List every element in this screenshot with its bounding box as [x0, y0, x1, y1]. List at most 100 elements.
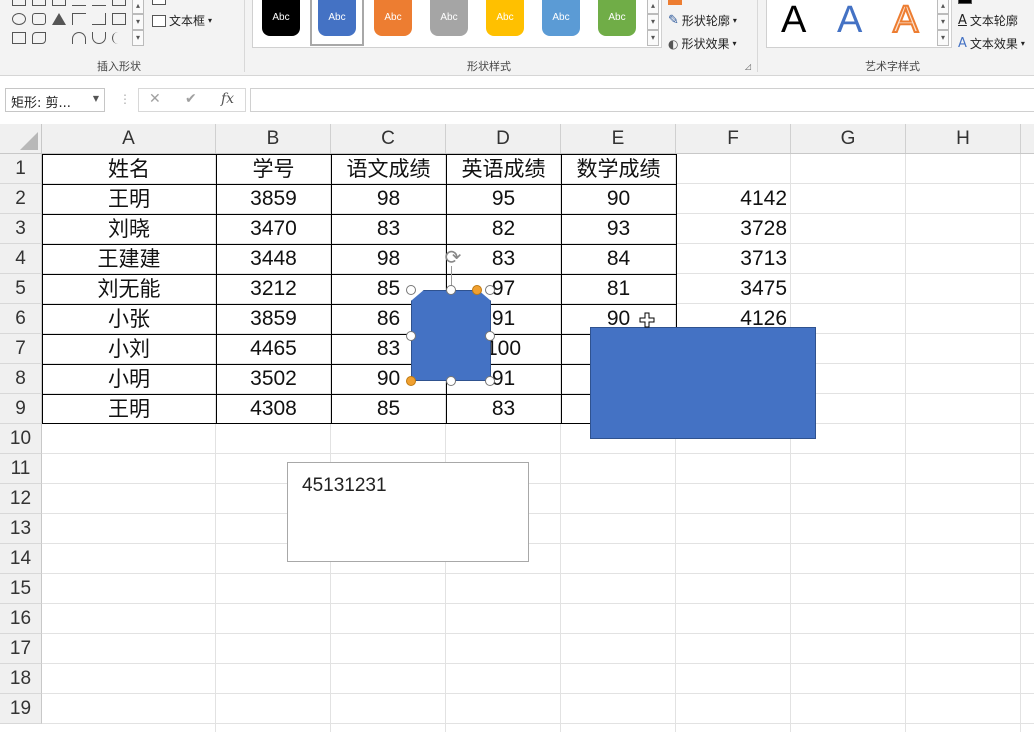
cell-d9[interactable]: 83 — [446, 394, 561, 424]
shape-fill-button[interactable] — [668, 0, 682, 5]
shape-effects-button[interactable]: ◐ 形状效果 ▾ — [668, 35, 737, 52]
row-header-10[interactable]: 10 — [0, 424, 42, 454]
snip-corner-rectangle-shape[interactable] — [411, 290, 491, 381]
row-header-3[interactable]: 3 — [0, 214, 42, 244]
cell-c3[interactable]: 83 — [331, 214, 446, 244]
shape-outline-button[interactable]: ✎ 形状轮廓 ▾ — [668, 12, 737, 29]
shape-brace-icon[interactable] — [112, 32, 126, 44]
row-header-12[interactable]: 12 — [0, 484, 42, 514]
row-header-15[interactable]: 15 — [0, 574, 42, 604]
shape-style-swatch[interactable]: Abc — [542, 0, 580, 36]
cell-a7[interactable]: 小刘 — [42, 334, 216, 364]
shape-rectangle-icon[interactable] — [12, 0, 26, 6]
column-header-f[interactable]: F — [676, 124, 791, 153]
cell-e3[interactable]: 93 — [561, 214, 676, 244]
shape-freeform-icon[interactable] — [32, 32, 46, 44]
cell-b8[interactable]: 3502 — [216, 364, 331, 394]
cell-b9[interactable]: 4308 — [216, 394, 331, 424]
cell-e2[interactable]: 90 — [561, 184, 676, 214]
row-header-17[interactable]: 17 — [0, 634, 42, 664]
shape-line-icon[interactable] — [92, 0, 106, 6]
cell-e5[interactable]: 81 — [561, 274, 676, 304]
column-header-b[interactable]: B — [216, 124, 331, 153]
row-header-13[interactable]: 13 — [0, 514, 42, 544]
cell-b7[interactable]: 4465 — [216, 334, 331, 364]
column-header-a[interactable]: A — [42, 124, 216, 153]
row-header-19[interactable]: 19 — [0, 694, 42, 724]
row-header-11[interactable]: 11 — [0, 454, 42, 484]
cell-c9[interactable]: 85 — [331, 394, 446, 424]
cell-a3[interactable]: 刘晓 — [42, 214, 216, 244]
text-box-button[interactable]: 文本框 ▾ — [152, 12, 212, 29]
shape-rectangle-icon[interactable] — [32, 0, 46, 6]
shape-style-swatch[interactable]: Abc — [374, 0, 412, 36]
cell-a4[interactable]: 王建建 — [42, 244, 216, 274]
shape-arrow-icon[interactable] — [112, 13, 126, 25]
row-header-2[interactable]: 2 — [0, 184, 42, 214]
cell-e1[interactable]: 数学成绩 — [561, 154, 676, 184]
enter-icon[interactable]: ✔ — [185, 91, 197, 107]
cell-f2[interactable]: 4142 — [676, 184, 791, 214]
rectangle-shape[interactable] — [590, 327, 816, 439]
text-fill-button[interactable] — [958, 0, 972, 4]
row-header-6[interactable]: 6 — [0, 304, 42, 334]
style-scroll-up-button[interactable]: ▴ — [647, 0, 659, 14]
shape-style-swatch[interactable]: Abc — [262, 0, 300, 36]
column-header-c[interactable]: C — [331, 124, 446, 153]
wordart-scroll-down-button[interactable]: ▾ — [937, 14, 949, 30]
name-box[interactable]: 矩形: 剪... ▼ — [5, 88, 105, 112]
cell-c4[interactable]: 98 — [331, 244, 446, 274]
wordart-style-orange-outline[interactable]: A — [892, 0, 919, 41]
column-header-g[interactable]: G — [791, 124, 906, 153]
cell-b6[interactable]: 3859 — [216, 304, 331, 334]
cell-a8[interactable]: 小明 — [42, 364, 216, 394]
cell-b5[interactable]: 3212 — [216, 274, 331, 304]
formula-input[interactable] — [250, 88, 1034, 112]
cell-e4[interactable]: 84 — [561, 244, 676, 274]
text-box-content[interactable]: 45131231 — [302, 475, 387, 496]
resize-handle-bottom[interactable] — [446, 376, 456, 386]
column-header-e[interactable]: E — [561, 124, 676, 153]
row-header-14[interactable]: 14 — [0, 544, 42, 574]
shape-rounded-rect-icon[interactable] — [32, 13, 46, 25]
shape-rectangle-icon[interactable] — [112, 0, 126, 6]
select-all-button[interactable] — [0, 124, 42, 153]
shape-arc-icon[interactable] — [72, 32, 86, 44]
dialog-launcher-icon[interactable]: ◿ — [745, 62, 751, 71]
column-header-h[interactable]: H — [906, 124, 1021, 153]
cell-b2[interactable]: 3859 — [216, 184, 331, 214]
resize-handle-bottom-right[interactable] — [485, 376, 495, 386]
cell-f3[interactable]: 3728 — [676, 214, 791, 244]
row-header-18[interactable]: 18 — [0, 664, 42, 694]
row-header-1[interactable]: 1 — [0, 154, 42, 184]
text-effects-button[interactable]: A 文本效果 ▾ — [958, 35, 1025, 52]
wordart-style-black[interactable]: A — [781, 0, 806, 40]
cell-f4[interactable]: 3713 — [676, 244, 791, 274]
resize-handle-right[interactable] — [485, 331, 495, 341]
resize-handle-top-left[interactable] — [406, 285, 416, 295]
resize-handle-top[interactable] — [446, 285, 456, 295]
cell-d2[interactable]: 95 — [446, 184, 561, 214]
cell-d3[interactable]: 82 — [446, 214, 561, 244]
resize-handle-top-right[interactable] — [485, 285, 495, 295]
shape-line-icon[interactable] — [72, 0, 86, 6]
cell-a9[interactable]: 王明 — [42, 394, 216, 424]
wordart-gallery[interactable]: A A A ▴ ▾ ▾ — [766, 0, 952, 48]
shapes-gallery[interactable]: ▴ ▾ ▾ — [6, 0, 146, 48]
shape-elbow-connector-icon[interactable] — [72, 13, 86, 25]
style-scroll-down-button[interactable]: ▾ — [647, 14, 659, 30]
edit-shape-button[interactable] — [152, 0, 166, 5]
insert-function-icon[interactable]: fx — [221, 91, 234, 107]
shape-pentagon-icon[interactable] — [12, 32, 26, 44]
shape-table-icon[interactable] — [52, 0, 66, 6]
shape-elbow-connector-icon[interactable] — [92, 13, 106, 25]
cell-d1[interactable]: 英语成绩 — [446, 154, 561, 184]
shape-oval-icon[interactable] — [12, 13, 26, 25]
cancel-icon[interactable]: ✕ — [149, 91, 161, 107]
shape-style-swatch[interactable]: Abc — [598, 0, 636, 36]
cell-a2[interactable]: 王明 — [42, 184, 216, 214]
shape-lightning-icon[interactable] — [52, 32, 66, 44]
worksheet-grid[interactable]: ABCDEFGH 1 2 3 4 5 6 7 8 9 10 11 12 13 14 15 16 17 18 19 姓… — [0, 124, 1034, 732]
row-header-16[interactable]: 16 — [0, 604, 42, 634]
text-box-shape[interactable]: 45131231 — [287, 462, 529, 562]
